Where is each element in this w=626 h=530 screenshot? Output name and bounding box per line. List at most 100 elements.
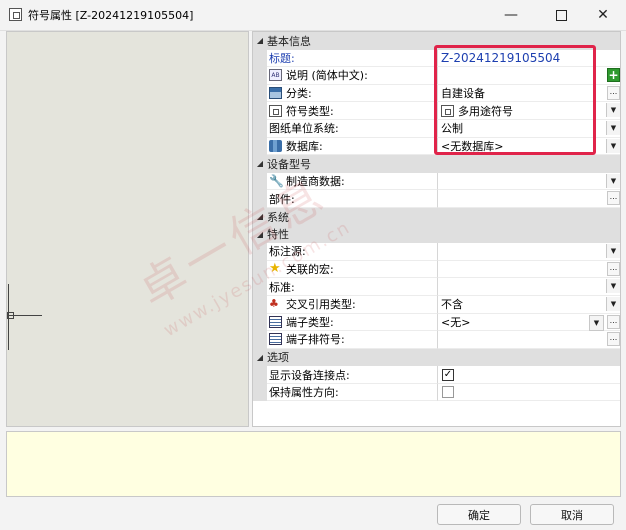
row-gutter [253, 366, 267, 384]
property-row[interactable]: 保持属性方向: [253, 383, 620, 402]
property-row[interactable]: 端子类型: <无> ▼... [253, 313, 620, 332]
property-value[interactable]: ... [437, 260, 620, 279]
property-value[interactable]: 多用途符号 ▼ [437, 102, 620, 120]
property-name[interactable]: 部件: [267, 190, 437, 208]
property-name[interactable]: ★ 关联的宏: [267, 261, 437, 279]
star-icon: ★ [269, 261, 281, 277]
property-value[interactable]: ... [437, 190, 620, 208]
add-plus-icon[interactable]: + [607, 68, 620, 83]
close-button[interactable]: ✕ [580, 0, 626, 30]
property-row[interactable]: 部件:... [253, 190, 620, 208]
dropdown-arrow-icon[interactable]: ▼ [606, 120, 620, 135]
property-row[interactable]: 图纸单位系统: 公制 ▼ [253, 119, 620, 138]
property-name-text: 关联的宏: [286, 263, 334, 277]
maximize-button[interactable] [538, 0, 584, 30]
dropdown-arrow-icon[interactable]: ▼ [606, 103, 620, 118]
ellipsis-button[interactable]: ... [607, 261, 620, 276]
property-row[interactable]: 符号类型: 多用途符号 ▼ [253, 102, 620, 120]
terminal-icon [269, 315, 282, 328]
category-row[interactable]: ◢ 基本信息 [253, 32, 620, 50]
collapse-toggle-icon[interactable]: ◢ [253, 230, 267, 239]
property-value[interactable]: + [437, 67, 620, 85]
property-value[interactable]: <无> ▼... [437, 313, 620, 332]
property-value[interactable]: ✓ [437, 366, 620, 384]
row-gutter [253, 172, 267, 191]
collapse-toggle-icon[interactable]: ◢ [253, 36, 267, 45]
property-checkbox[interactable] [442, 386, 454, 399]
property-value[interactable]: <无数据库> ▼ [437, 137, 620, 156]
property-value[interactable]: ▼ [437, 278, 620, 296]
property-name[interactable]: 端子类型: [267, 314, 437, 332]
dropdown-arrow-icon[interactable]: ▼ [606, 244, 620, 259]
property-value[interactable]: 自建设备... [437, 84, 620, 103]
property-value[interactable]: ... [437, 331, 620, 349]
dropdown-arrow-icon[interactable]: ▼ [606, 173, 620, 188]
dropdown-arrow-icon[interactable]: ▼ [606, 296, 620, 311]
property-value[interactable]: Z-20241219105504 [437, 49, 620, 68]
property-name[interactable]: 图纸单位系统: [267, 120, 437, 138]
property-value[interactable] [437, 383, 620, 402]
category-row[interactable]: ◢ 系统 [253, 207, 620, 226]
collapse-toggle-icon[interactable]: ◢ [253, 159, 267, 168]
category-icon [269, 87, 282, 100]
property-name-text: 标准: [269, 280, 295, 294]
property-name[interactable]: 符号类型: [267, 102, 437, 120]
ellipsis-button[interactable]: ... [607, 332, 620, 347]
row-gutter [253, 119, 267, 138]
wrench-icon: 🔧 [269, 174, 284, 189]
property-value[interactable]: ▼ [437, 172, 620, 191]
category-row[interactable]: ◢ 选项 [253, 348, 620, 367]
dropdown-arrow-icon[interactable]: ▼ [606, 279, 620, 294]
property-row[interactable]: 标题: Z-20241219105504 [253, 49, 620, 68]
text-abc-icon: AB [269, 69, 282, 82]
property-name[interactable]: 数据库: [267, 138, 437, 156]
property-value[interactable]: 公制 ▼ [437, 119, 620, 138]
property-row[interactable]: 显示设备连接点: ✓ [253, 366, 620, 384]
property-name-text: 交叉引用类型: [286, 298, 356, 312]
property-name[interactable]: 保持属性方向: [267, 384, 437, 402]
category-row[interactable]: ◢ 设备型号 [253, 155, 620, 173]
minimize-button[interactable]: — [488, 0, 534, 30]
property-row[interactable]: 数据库: <无数据库> ▼ [253, 137, 620, 156]
ellipsis-button[interactable]: ... [607, 314, 620, 329]
window-title: 符号属性 [Z-20241219105504] [28, 9, 194, 22]
property-name[interactable]: 端子排符号: [267, 331, 437, 349]
property-row[interactable]: ♣ 交叉引用类型: 不含 ▼ [253, 295, 620, 314]
property-name-text: 制造商数据: [286, 175, 345, 189]
property-name-text: 标注源: [269, 245, 306, 259]
ellipsis-button[interactable]: ... [607, 85, 620, 100]
dropdown-arrow-icon[interactable]: ▼ [606, 138, 620, 153]
property-name[interactable]: 标准: [267, 278, 437, 296]
ellipsis-button[interactable]: ... [607, 191, 620, 206]
property-name-text: 保持属性方向: [269, 386, 339, 400]
collapse-toggle-icon[interactable]: ◢ [253, 353, 267, 362]
cancel-button[interactable]: 取消 [530, 504, 614, 525]
database-icon [269, 139, 282, 152]
property-name[interactable]: 分类: [267, 85, 437, 103]
collapse-toggle-icon[interactable]: ◢ [253, 212, 267, 221]
property-name[interactable]: AB 说明 (简体中文): [267, 67, 437, 85]
property-row[interactable]: 端子排符号:... [253, 331, 620, 349]
property-value[interactable]: 不含 ▼ [437, 295, 620, 314]
category-row[interactable]: ◢ 特性 [253, 225, 620, 244]
row-gutter [253, 190, 267, 208]
dropdown-arrow-icon[interactable]: ▼ [589, 314, 604, 331]
ok-button[interactable]: 确定 [437, 504, 521, 525]
property-row[interactable]: 分类: 自建设备... [253, 84, 620, 103]
property-name[interactable]: ♣ 交叉引用类型: [267, 296, 437, 314]
property-name[interactable]: 标题: [267, 50, 437, 68]
property-name-text: 部件: [269, 192, 295, 206]
property-row[interactable]: 标准: ▼ [253, 278, 620, 296]
property-row[interactable]: ★ 关联的宏:... [253, 260, 620, 279]
property-row[interactable]: 🔧 制造商数据: ▼ [253, 172, 620, 191]
row-gutter [253, 295, 267, 314]
property-checkbox[interactable]: ✓ [442, 368, 454, 381]
property-row[interactable]: AB 说明 (简体中文): + [253, 67, 620, 85]
row-gutter [253, 243, 267, 261]
property-name[interactable]: 🔧 制造商数据: [267, 173, 437, 191]
property-row[interactable]: 标注源: ▼ [253, 243, 620, 261]
property-name[interactable]: 显示设备连接点: [267, 366, 437, 384]
property-value[interactable]: ▼ [437, 243, 620, 261]
property-grid[interactable]: ◢ 基本信息 标题: Z-20241219105504 AB 说明 (简体中文): + 分类:… [252, 31, 621, 427]
property-name[interactable]: 标注源: [267, 243, 437, 261]
